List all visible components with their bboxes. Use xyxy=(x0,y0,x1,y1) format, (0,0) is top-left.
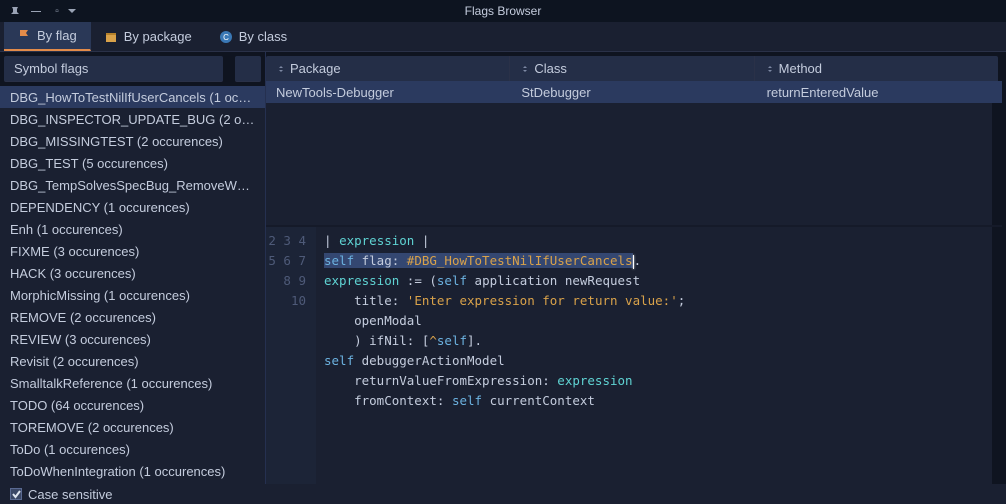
tab-label: By flag xyxy=(37,28,77,43)
package-icon xyxy=(104,30,118,44)
code-content[interactable]: | expression | self flag: #DBG_HowToTest… xyxy=(316,227,992,484)
flag-item[interactable]: Enh (1 occurences) xyxy=(0,218,265,240)
flag-item[interactable]: REVIEW (3 occurences) xyxy=(0,328,265,350)
flag-item[interactable]: TOREMOVE (2 occurences) xyxy=(0,416,265,438)
flag-item[interactable]: DBG_INSPECTOR_UPDATE_BUG (2 occurences) xyxy=(0,108,265,130)
svg-text:C: C xyxy=(223,33,229,42)
flag-item[interactable]: DBG_TEST (5 occurences) xyxy=(0,152,265,174)
class-icon: C xyxy=(219,30,233,44)
tab-by-package[interactable]: By package xyxy=(91,22,206,51)
flag-item[interactable]: DEPENDENCY (1 occurences) xyxy=(0,196,265,218)
column-label: Method xyxy=(779,61,822,76)
tab-by-class[interactable]: C By class xyxy=(206,22,301,51)
column-label: Class xyxy=(534,61,567,76)
flag-item[interactable]: FIXME (3 occurences) xyxy=(0,240,265,262)
flags-list[interactable]: DBG_HowToTestNilIfUserCancels (1 occuren… xyxy=(0,86,265,484)
footer-bar: Case sensitive xyxy=(0,484,1006,504)
flag-item[interactable]: DBG_HowToTestNilIfUserCancels (1 occuren… xyxy=(0,86,265,108)
window-title-bar: — ▫ Flags Browser xyxy=(0,0,1006,22)
flag-icon xyxy=(17,29,31,43)
flag-item[interactable]: DBG_TempSolvesSpecBug_RemoveWhenFixed (1… xyxy=(0,174,265,196)
flag-item[interactable]: REMOVE (2 occurences) xyxy=(0,306,265,328)
cell-method: returnEnteredValue xyxy=(757,81,1002,103)
flag-item[interactable]: MorphicMissing (1 occurences) xyxy=(0,284,265,306)
flag-item[interactable]: TODO (64 occurences) xyxy=(0,394,265,416)
main-grid: Symbol flags DBG_HowToTestNilIfUserCance… xyxy=(0,52,1006,484)
tab-strip: By flag By package C By class xyxy=(0,22,1006,52)
cell-package: NewTools-Debugger xyxy=(266,81,511,103)
column-header-package[interactable]: Package xyxy=(266,56,510,81)
flag-item[interactable]: ToDoWhenIntegration (1 occurences) xyxy=(0,460,265,482)
case-sensitive-checkbox[interactable] xyxy=(10,488,22,500)
right-panel: Package Class Method NewTools-Debugger S… xyxy=(266,52,1006,484)
left-panel: Symbol flags DBG_HowToTestNilIfUserCance… xyxy=(0,52,266,484)
flag-item[interactable]: Revisit (2 occurences) xyxy=(0,350,265,372)
line-gutter: 2 3 4 5 6 7 8 9 10 xyxy=(266,227,316,484)
table-body-empty xyxy=(266,103,1002,225)
flag-item[interactable]: HACK (3 occurences) xyxy=(0,262,265,284)
tab-label: By package xyxy=(124,29,192,44)
flag-item[interactable]: Torevisit (1 occurences) xyxy=(0,482,265,484)
cell-class: StDebugger xyxy=(511,81,756,103)
tab-by-flag[interactable]: By flag xyxy=(4,22,91,51)
methods-table: Package Class Method NewTools-Debugger S… xyxy=(266,52,1002,227)
flag-item[interactable]: DBG_MISSINGTEST (2 occurences) xyxy=(0,130,265,152)
flag-item[interactable]: SmalltalkReference (1 occurences) xyxy=(0,372,265,394)
left-header-button[interactable] xyxy=(235,56,261,82)
table-header: Package Class Method xyxy=(266,56,998,81)
symbol-flags-header: Symbol flags xyxy=(4,56,223,82)
table-row[interactable]: NewTools-Debugger StDebugger returnEnter… xyxy=(266,81,1002,103)
tab-label: By class xyxy=(239,29,287,44)
column-label: Package xyxy=(290,61,341,76)
window-title: Flags Browser xyxy=(0,4,1006,18)
code-scrollbar[interactable] xyxy=(992,227,1002,484)
sort-icon xyxy=(520,64,530,74)
case-sensitive-label: Case sensitive xyxy=(28,487,113,502)
flag-item[interactable]: ToDo (1 occurences) xyxy=(0,438,265,460)
column-header-class[interactable]: Class xyxy=(510,56,754,81)
sort-icon xyxy=(765,64,775,74)
sort-icon xyxy=(276,64,286,74)
code-editor[interactable]: 2 3 4 5 6 7 8 9 10 | expression | self f… xyxy=(266,227,1002,484)
column-header-method[interactable]: Method xyxy=(755,56,998,81)
